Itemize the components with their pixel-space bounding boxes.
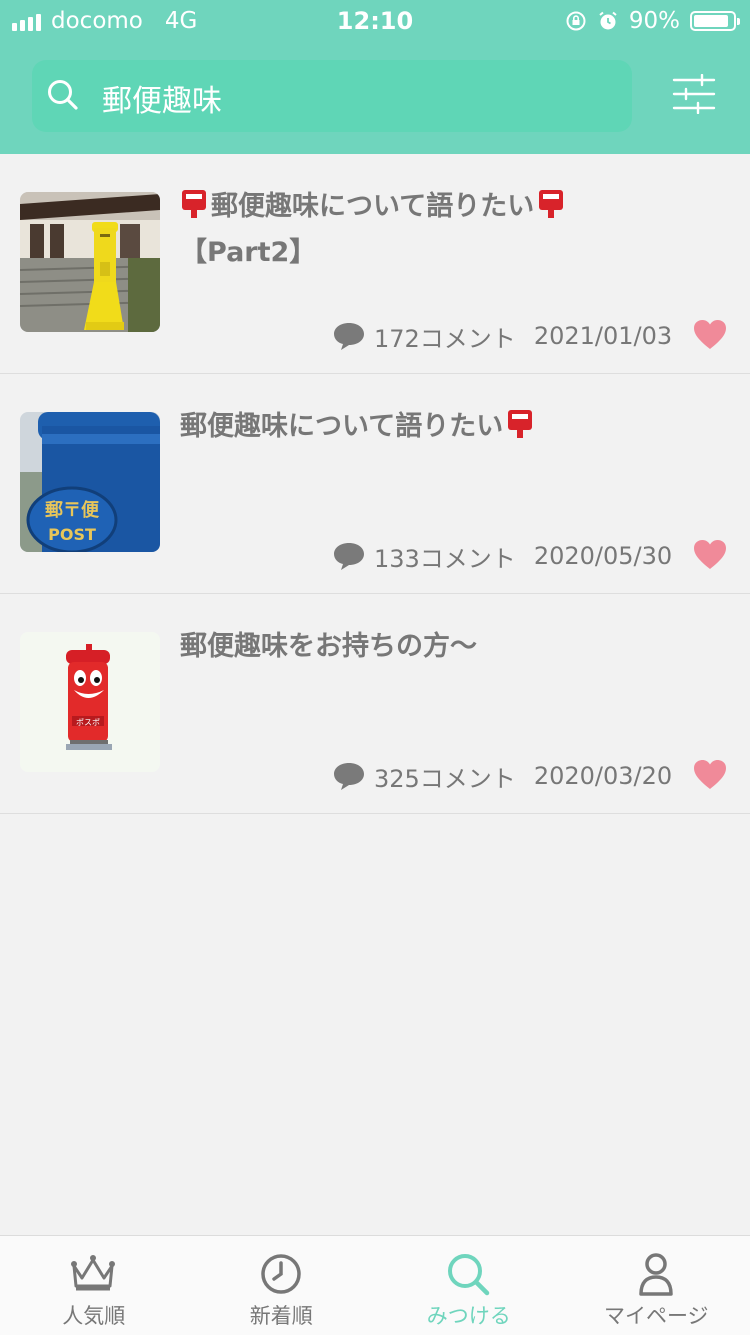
thread-date: 2020/03/20 [534,762,672,790]
battery-icon [690,11,736,31]
thumbnail-red-postbox-character: ポスポ [20,632,160,772]
alarm-icon [597,10,619,32]
blue-post-lower-text: POST [48,525,96,544]
tab-popular[interactable]: 人気順 [0,1236,188,1335]
thumbnail-blue-postbox: 郵〒便 POST [20,412,160,552]
thread-title[interactable]: 郵便趣味について語りたい [180,406,630,452]
thread-title-line1: 郵便趣味をお持ちの方〜 [180,631,477,662]
list-item[interactable]: 郵便趣味について語りたい 【Part2】 172コメント 2021/01/03 [0,154,750,374]
blue-post-upper-text: 郵〒便 [45,499,100,521]
comment-count: 133コメント [374,539,516,574]
thread-meta: 172コメント 2021/01/03 [332,318,672,354]
tab-bar: 人気順 新着順 みつける マイページ [0,1235,750,1335]
filter-settings-icon[interactable] [672,74,716,114]
tab-newest[interactable]: 新着順 [188,1236,376,1335]
thread-title-line1: 郵便趣味について語りたい [180,411,503,442]
thread-title-line1: 郵便趣味について語りたい [211,191,534,222]
red-post-label-text: ポスポ [76,718,100,727]
comment-count: 172コメント [374,319,516,354]
tab-label: 新着順 [188,1300,376,1330]
comment-count: 325コメント [374,759,516,794]
tab-label: みつける [375,1300,563,1330]
search-input[interactable]: 郵便趣味 [32,60,632,132]
battery-percent: 90% [629,8,680,34]
thread-list: 郵便趣味について語りたい 【Part2】 172コメント 2021/01/03 [0,154,750,814]
status-bar: docomo 4G 12:10 90% [0,0,750,40]
postbox-emoji-icon [506,409,534,452]
person-icon [633,1252,679,1296]
search-icon [46,78,80,112]
rotation-lock-icon [565,10,587,32]
clock-icon [258,1252,304,1296]
thread-meta: 133コメント 2020/05/30 [332,538,672,574]
list-item[interactable]: ポスポ 郵便趣味をお持ちの方〜 325コメント 2020/03/20 [0,594,750,814]
heart-icon[interactable] [693,539,727,571]
thumbnail-yellow-postbox [20,192,160,332]
header: docomo 4G 12:10 90% 郵便趣味 [0,0,750,154]
list-item[interactable]: 郵〒便 POST 郵便趣味について語りたい 133コメント 2020/05/30 [0,374,750,594]
crown-icon [70,1252,116,1292]
tab-discover[interactable]: みつける [375,1236,563,1335]
postbox-emoji-icon [537,189,565,232]
heart-icon[interactable] [693,759,727,791]
comment-icon [332,540,366,572]
thread-date: 2020/05/30 [534,542,672,570]
thread-meta: 325コメント 2020/03/20 [332,758,672,794]
search-query: 郵便趣味 [102,76,222,120]
postbox-emoji-icon [180,189,208,232]
thread-title[interactable]: 郵便趣味について語りたい 【Part2】 [180,186,630,274]
thread-title[interactable]: 郵便趣味をお持ちの方〜 [180,626,630,668]
search-icon [445,1252,491,1296]
tab-mypage[interactable]: マイページ [563,1236,750,1335]
tab-label: マイページ [563,1300,750,1330]
thread-title-line2: 【Part2】 [180,237,316,268]
thread-date: 2021/01/03 [534,322,672,350]
heart-icon[interactable] [693,319,727,351]
comment-icon [332,760,366,792]
tab-label: 人気順 [0,1300,188,1330]
comment-icon [332,320,366,352]
